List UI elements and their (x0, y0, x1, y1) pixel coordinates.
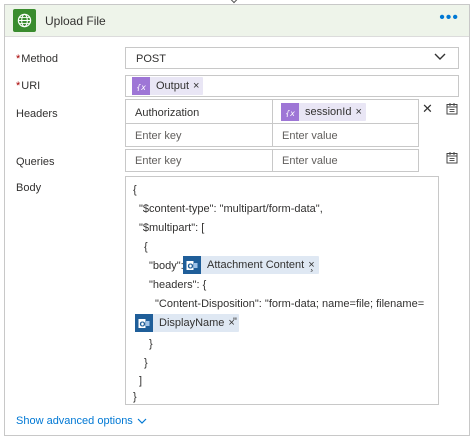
action-title: Upload File (45, 14, 106, 28)
remove-token-icon[interactable]: × (193, 80, 203, 92)
method-dropdown[interactable]: POST (125, 47, 459, 69)
body-label: Body (16, 182, 42, 194)
svg-text:{x}: {x} (136, 83, 146, 91)
show-advanced-options-link[interactable]: Show advanced options (16, 415, 147, 427)
svg-text:{x}: {x} (285, 109, 295, 117)
chevron-down-icon (434, 53, 446, 60)
switch-to-text-mode-icon[interactable] (446, 151, 458, 164)
body-line: ] (139, 375, 143, 387)
remove-token-icon[interactable]: × (355, 106, 365, 118)
advanced-options-label: Show advanced options (16, 415, 133, 427)
body-line: ¸ (310, 260, 314, 272)
query-value-input[interactable]: Enter value (282, 155, 338, 167)
queries-column-divider (272, 150, 273, 171)
svg-text:O: O (140, 320, 146, 328)
expression-icon: {x} (132, 77, 150, 95)
body-line: } (133, 391, 137, 403)
body-editor[interactable]: { "$content-type": "multipart/form-data"… (125, 176, 439, 405)
svg-text:O: O (188, 262, 194, 270)
body-token-attachment-content[interactable]: O Attachment Content × (183, 256, 319, 274)
delete-header-button[interactable]: ✕ (422, 101, 433, 117)
body-line: "$content-type": "multipart/form-data", (139, 203, 323, 215)
method-label: *Method (16, 53, 58, 65)
queries-table: Enter key Enter value (125, 149, 419, 172)
headers-label: Headers (16, 108, 58, 120)
body-line: } (149, 338, 153, 350)
uri-label: *URI (16, 80, 41, 92)
chevron-down-icon (137, 418, 147, 424)
query-key-input[interactable]: Enter key (135, 155, 181, 167)
body-line: } (144, 357, 148, 369)
more-options-button[interactable]: ••• (439, 10, 459, 26)
queries-label: Queries (16, 156, 55, 168)
action-card: Upload File ••• *Method POST *URI {x} Ou… (4, 4, 470, 436)
outlook-icon: O (183, 256, 201, 274)
body-line: " (233, 316, 237, 328)
body-line: "body": (149, 260, 184, 272)
switch-to-text-mode-icon[interactable] (446, 102, 458, 115)
body-line: { (144, 241, 148, 253)
body-line: { (133, 184, 137, 196)
header-key-input[interactable]: Enter key (135, 130, 181, 142)
uri-input[interactable]: {x} Output × (125, 75, 459, 97)
uri-token-output[interactable]: {x} Output × (132, 77, 204, 95)
expression-icon: {x} (281, 103, 299, 121)
body-line: "$multipart": [ (139, 222, 205, 234)
headers-row-divider (126, 123, 418, 124)
header-key-authorization[interactable]: Authorization (135, 107, 199, 119)
body-line: "headers": { (149, 279, 207, 291)
method-value: POST (136, 53, 166, 65)
globe-icon (13, 9, 36, 32)
header-value-input[interactable]: Enter value (282, 130, 338, 142)
header-token-sessionid[interactable]: {x} sessionId × (281, 103, 366, 121)
outlook-icon: O (135, 314, 153, 332)
body-token-displayname[interactable]: O DisplayName × (135, 314, 239, 332)
headers-table: Authorization {x} sessionId × Enter key … (125, 99, 419, 147)
action-header[interactable]: Upload File ••• (5, 5, 469, 37)
connector-arrow-icon (229, 0, 239, 4)
body-line: "Content-Disposition": "form-data; name=… (155, 298, 425, 310)
